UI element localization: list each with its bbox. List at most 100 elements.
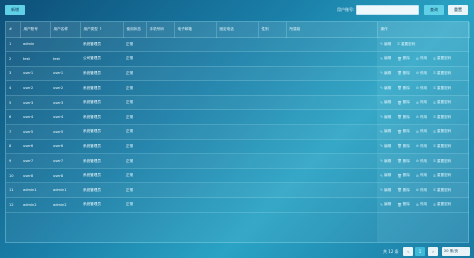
edit-button[interactable]: ✎ 编辑 [380, 144, 391, 149]
trash-icon: 🗑 [397, 71, 402, 76]
delete-button-label: 删除 [402, 143, 410, 148]
col-gender[interactable]: 性别 [258, 22, 287, 38]
lock-icon: ⊘ [415, 173, 419, 178]
col-name[interactable]: 用户名称 [50, 22, 81, 38]
edit-button[interactable]: ✎ 编辑 [380, 115, 391, 120]
edit-button[interactable]: ✎ 编辑 [380, 42, 391, 47]
disable-button[interactable]: ⊘ 停用 [416, 100, 427, 105]
col-account[interactable]: 用户账号 [20, 22, 51, 38]
reset-password-button[interactable]: ⚿ 重置密码 [397, 42, 415, 47]
delete-button[interactable]: 🗑 删除 [397, 86, 410, 91]
next-page-button[interactable]: › [428, 247, 438, 256]
edit-button[interactable]: ✎ 编辑 [380, 129, 391, 134]
reset-password-button[interactable]: ⚿ 重置密码 [433, 129, 451, 134]
sort-icon[interactable]: ↑ [99, 27, 102, 31]
col-status[interactable]: 使用状态 [123, 22, 147, 38]
page-1-button[interactable]: 1 [415, 247, 425, 256]
delete-button[interactable]: 🗑 删除 [397, 129, 410, 134]
disable-button[interactable]: ⊘ 停用 [416, 71, 427, 76]
reset-password-button[interactable]: ⚿ 重置密码 [433, 202, 451, 207]
cell-group [286, 182, 377, 199]
lock-icon: ⊘ [415, 129, 419, 134]
reset-password-button[interactable]: ⚿ 重置密码 [433, 188, 451, 193]
disable-button[interactable]: ⊘ 停用 [416, 86, 427, 91]
delete-button[interactable]: 🗑 删除 [397, 173, 410, 178]
col-tel[interactable]: 固定电话 [216, 22, 259, 38]
disable-button[interactable]: ⊘ 停用 [416, 188, 427, 193]
edit-button[interactable]: ✎ 编辑 [380, 56, 391, 61]
table-row[interactable]: 10 user8 user8 系统管理员 正常 ✎ 编辑 🗑 删除 ⊘ 停用 ⚿ 重置密码 [6, 168, 469, 184]
disable-button[interactable]: ⊘ 停用 [416, 159, 427, 164]
disable-button-label: 停用 [419, 129, 428, 134]
disable-button[interactable]: ⊘ 停用 [416, 202, 427, 207]
table-row[interactable]: 2 test test 公司管理员 正常 ✎ 编辑 🗑 删除 ⊘ 停用 ⚿ 重置密码 [6, 51, 469, 67]
cell-account: user8 [20, 168, 50, 184]
edit-button[interactable]: ✎ 编辑 [380, 100, 391, 105]
edit-button[interactable]: ✎ 编辑 [380, 71, 391, 76]
search-input[interactable] [356, 5, 419, 15]
cell-type: 系统管理员 [80, 153, 123, 169]
delete-button[interactable]: 🗑 删除 [397, 100, 410, 105]
table-row[interactable]: 11 admin1 admin1 系统管理员 正常 ✎ 编辑 🗑 删除 ⊘ 停用 ⚿ 重置密码 [6, 182, 469, 199]
table-row[interactable]: 9 user7 user7 系统管理员 正常 ✎ 编辑 🗑 删除 ⊘ 停用 ⚿ 重置密码 [6, 153, 469, 169]
cell-group [286, 139, 377, 155]
reset-password-button[interactable]: ⚿ 重置密码 [433, 100, 451, 105]
edit-button[interactable]: ✎ 编辑 [380, 188, 391, 193]
delete-button[interactable]: 🗑 删除 [397, 159, 410, 164]
cell-type: 系统管理员 [80, 197, 123, 213]
delete-button[interactable]: 🗑 删除 [397, 188, 410, 193]
reset-password-button[interactable]: ⚿ 重置密码 [433, 173, 451, 178]
cell-account: user4 [20, 109, 50, 126]
reset-password-button[interactable]: ⚿ 重置密码 [433, 115, 451, 120]
cell-index: 8 [6, 139, 20, 155]
col-phone[interactable]: 手机号码 [146, 22, 175, 38]
disable-button[interactable]: ⊘ 停用 [416, 173, 427, 178]
reset-password-button[interactable]: ⚿ 重置密码 [433, 56, 451, 61]
col-index[interactable]: # [6, 22, 21, 38]
edit-button[interactable]: ✎ 编辑 [380, 159, 391, 164]
add-button[interactable]: 新增 [5, 5, 25, 15]
disable-button[interactable]: ⊘ 停用 [416, 56, 427, 61]
edit-button[interactable]: ✎ 编辑 [380, 202, 391, 207]
cell-name: admin2 [50, 197, 80, 213]
reset-password-button[interactable]: ⚿ 重置密码 [433, 86, 451, 91]
table-row[interactable]: 1 admin 系统管理员 正常 ✎ 编辑 ⚿ 重置密码 [6, 37, 469, 53]
reset-password-button[interactable]: ⚿ 重置密码 [433, 159, 451, 164]
table-row[interactable]: 5 user3 user3 系统管理员 正常 ✎ 编辑 🗑 删除 ⊘ 停用 ⚿ 重置密码 [6, 95, 469, 111]
delete-button[interactable]: 🗑 删除 [397, 56, 410, 61]
reset-password-button[interactable]: ⚿ 重置密码 [433, 71, 451, 76]
col-group[interactable]: 所属组 [286, 22, 378, 38]
col-email[interactable]: 电子邮箱 [174, 22, 217, 38]
page-size-select[interactable]: 20 条/页 [442, 247, 470, 256]
table-row[interactable]: 8 user6 user6 系统管理员 正常 ✎ 编辑 🗑 删除 ⊘ 停用 ⚿ 重置密码 [6, 139, 469, 155]
disable-button[interactable]: ⊘ 停用 [416, 129, 427, 134]
delete-button[interactable]: 🗑 删除 [397, 115, 410, 120]
cell-status: 正常 [123, 139, 146, 155]
edit-button-label: 编辑 [384, 143, 392, 148]
table-row[interactable]: 6 user4 user4 系统管理员 正常 ✎ 编辑 🗑 删除 ⊘ 停用 ⚿ 重置密码 [6, 109, 469, 126]
delete-button-label: 删除 [402, 173, 410, 178]
edit-button[interactable]: ✎ 编辑 [380, 86, 391, 91]
search-button[interactable]: 查询 [424, 5, 444, 15]
table-row[interactable]: 12 admin2 admin2 系统管理员 正常 ✎ 编辑 🗑 删除 ⊘ 停用 ⚿ 重置密码 [6, 197, 469, 213]
reset-password-button[interactable]: ⚿ 重置密码 [433, 144, 451, 149]
delete-button[interactable]: 🗑 删除 [397, 202, 410, 207]
table-row[interactable]: 4 user2 user2 系统管理员 正常 ✎ 编辑 🗑 删除 ⊘ 停用 ⚿ 重置密码 [6, 80, 469, 96]
row-actions: ✎ 编辑 🗑 删除 ⊘ 停用 ⚿ 重置密码 [380, 202, 469, 207]
cell-type: 系统管理员 [80, 182, 123, 199]
cell-tel [216, 80, 258, 96]
delete-button[interactable]: 🗑 删除 [397, 71, 410, 76]
row-actions: ✎ 编辑 🗑 删除 ⊘ 停用 ⚿ 重置密码 [380, 56, 469, 61]
trash-icon: 🗑 [397, 115, 402, 120]
edit-icon: ✎ [380, 115, 384, 120]
delete-button[interactable]: 🗑 删除 [397, 144, 410, 149]
disable-button[interactable]: ⊘ 停用 [416, 115, 427, 120]
col-type[interactable]: 用户类型 ↑ [80, 22, 124, 38]
col-type-label: 用户类型 [83, 26, 98, 31]
prev-page-button[interactable]: ‹ [403, 247, 413, 256]
edit-button[interactable]: ✎ 编辑 [380, 173, 391, 178]
table-row[interactable]: 3 user1 user1 系统管理员 正常 ✎ 编辑 🗑 删除 ⊘ 停用 ⚿ 重置密码 [6, 66, 469, 82]
reset-button[interactable]: 重置 [448, 5, 468, 15]
disable-button[interactable]: ⊘ 停用 [416, 144, 427, 149]
table-row[interactable]: 7 user5 user5 系统管理员 正常 ✎ 编辑 🗑 删除 ⊘ 停用 ⚿ 重置密码 [6, 124, 469, 140]
